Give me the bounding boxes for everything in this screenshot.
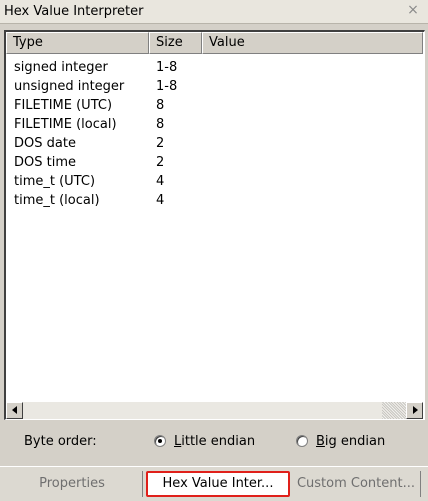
cell-type: signed integer <box>14 60 108 75</box>
interpreter-list[interactable]: Type Size Value signed integer 1-8 unsig… <box>4 30 425 420</box>
list-item[interactable]: DOS time 2 <box>6 155 421 171</box>
cell-size: 2 <box>156 136 165 151</box>
cell-type: FILETIME (UTC) <box>14 98 113 113</box>
list-item[interactable]: FILETIME (UTC) 8 <box>6 98 421 114</box>
tab-properties[interactable]: Properties <box>2 471 143 497</box>
cell-size: 1-8 <box>156 79 178 94</box>
scrollbar-track[interactable] <box>382 402 406 419</box>
list-item[interactable]: DOS date 2 <box>6 136 421 152</box>
list-item[interactable]: signed integer 1-8 <box>6 60 421 76</box>
list-item[interactable]: unsigned integer 1-8 <box>6 79 421 95</box>
column-header-size[interactable]: Size <box>149 32 202 54</box>
cell-type: time_t (UTC) <box>14 174 96 189</box>
list-header: Type Size Value <box>6 32 423 54</box>
tab-hex-value-interpreter[interactable]: Hex Value Inter... <box>146 471 290 497</box>
cell-type: unsigned integer <box>14 79 125 94</box>
column-header-value[interactable]: Value <box>202 32 423 54</box>
horizontal-scrollbar[interactable] <box>6 402 423 419</box>
cell-size: 8 <box>156 117 165 132</box>
scroll-right-button[interactable] <box>406 402 423 419</box>
radio-unchecked-icon <box>296 435 308 447</box>
arrow-left-icon <box>12 406 17 414</box>
byte-order-label: Byte order: <box>24 434 97 449</box>
arrow-right-icon <box>413 406 418 414</box>
cell-type: DOS date <box>14 136 76 151</box>
little-endian-radio[interactable]: Little endian <box>154 431 255 451</box>
column-header-type[interactable]: Type <box>6 32 149 54</box>
cell-size: 8 <box>156 98 165 113</box>
big-endian-label: Big endian <box>316 433 386 449</box>
big-endian-radio[interactable]: Big endian <box>296 431 385 451</box>
close-icon[interactable]: × <box>406 3 420 17</box>
panel-titlebar: Hex Value Interpreter × <box>0 0 428 24</box>
cell-size: 1-8 <box>156 60 178 75</box>
cell-type: DOS time <box>14 155 76 170</box>
scroll-left-button[interactable] <box>6 402 23 419</box>
cell-type: FILETIME (local) <box>14 117 117 132</box>
list-item[interactable]: FILETIME (local) 8 <box>6 117 421 133</box>
bottom-tabstrip: Properties Hex Value Inter... Custom Con… <box>0 466 428 501</box>
list-item[interactable]: time_t (UTC) 4 <box>6 174 421 190</box>
radio-checked-icon <box>154 435 166 447</box>
cell-size: 4 <box>156 193 165 208</box>
byte-order-group: Byte order: Little endian Big endian <box>0 428 428 456</box>
cell-type: time_t (local) <box>14 193 100 208</box>
tab-custom-content[interactable]: Custom Content... <box>292 471 421 497</box>
list-item[interactable]: time_t (local) 4 <box>6 193 421 209</box>
little-endian-label: Little endian <box>174 433 256 449</box>
cell-size: 2 <box>156 155 165 170</box>
cell-size: 4 <box>156 174 165 189</box>
panel-title: Hex Value Interpreter <box>4 4 144 19</box>
